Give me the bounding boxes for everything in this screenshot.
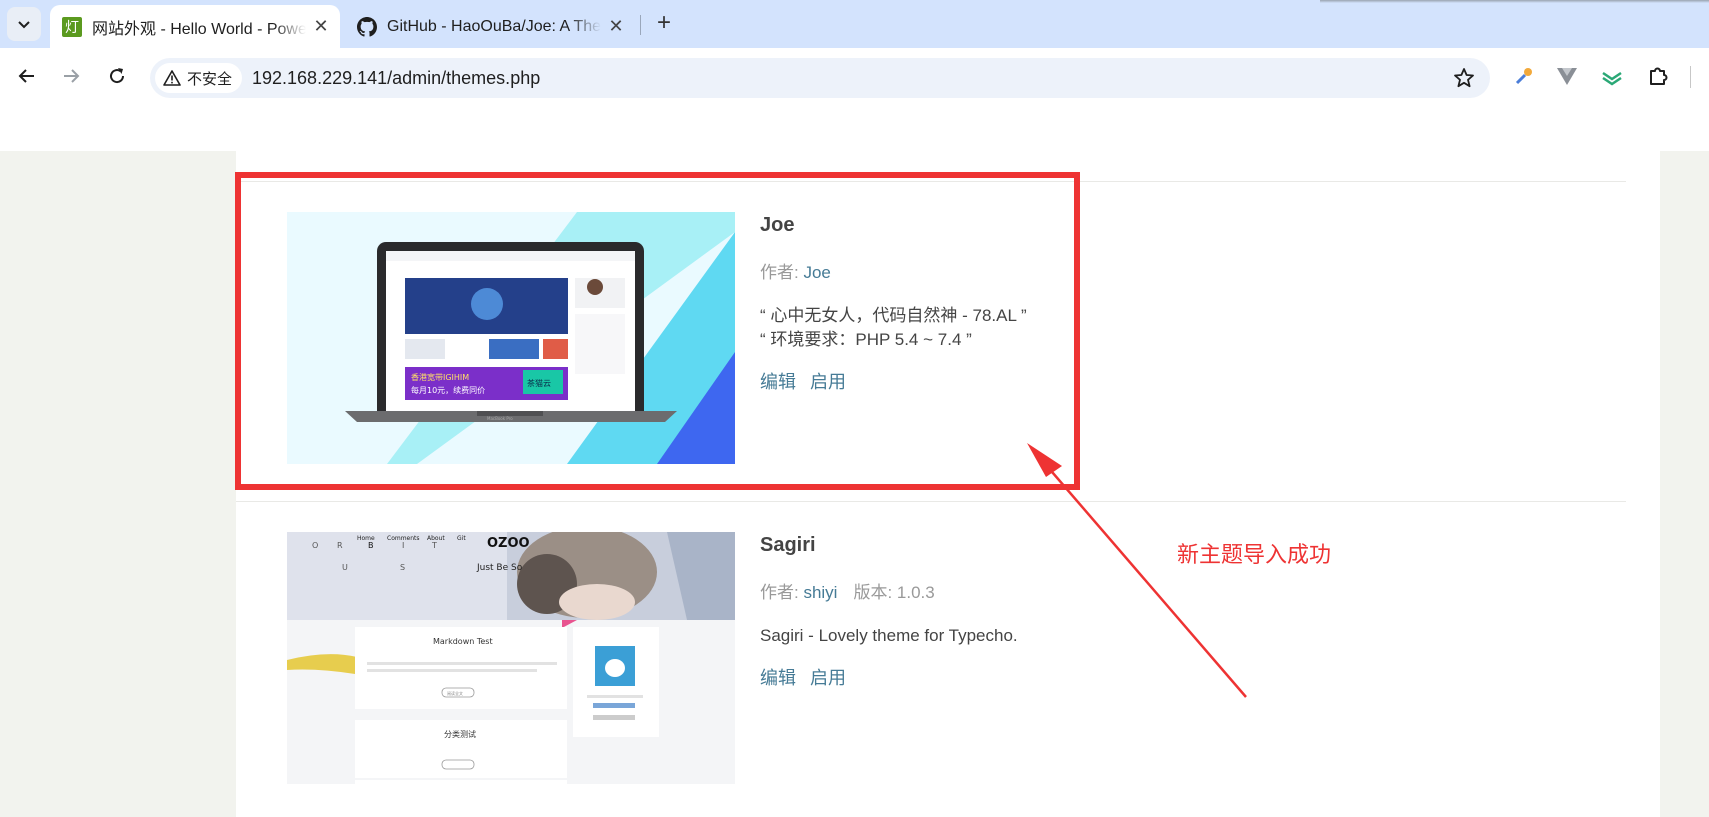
bookmark-star-icon[interactable] (1452, 66, 1476, 90)
tab-title: 网站外观 - Hello World - Powered by Typecho (92, 20, 306, 38)
extensions-puzzle-icon[interactable] (1644, 62, 1672, 90)
theme-operations: 编辑 启用 (760, 666, 1360, 690)
tab-title: GitHub - HaoOuBa/Joe: A Theme for Typech… (387, 17, 601, 35)
version-label: 版本: (853, 583, 897, 602)
address-bar[interactable]: 不安全 192.168.229.141/admin/themes.php (150, 58, 1490, 98)
close-tab-icon[interactable]: ✕ (312, 16, 330, 37)
author-link[interactable]: shiyi (803, 583, 837, 602)
preview-nav-git: Git (457, 535, 466, 542)
security-chip[interactable]: 不安全 (155, 63, 243, 93)
author-label: 作者: (760, 583, 804, 602)
arrow-right-icon (64, 69, 80, 83)
chevron-down-icon (18, 21, 30, 29)
preview-letter: O (312, 541, 318, 550)
version-value: 1.0.3 (896, 583, 935, 602)
close-tab-icon[interactable]: ✕ (607, 16, 625, 37)
theme-screenshot-sagiri: Home Comments About Git OZOO O R B I T U… (287, 532, 735, 784)
github-icon (357, 16, 377, 37)
security-label: 不安全 (187, 70, 233, 88)
layers-extension-icon[interactable] (1598, 62, 1626, 90)
vuejs-devtools-extension-icon[interactable] (1553, 62, 1581, 90)
preview-card-title: Markdown Test (433, 637, 493, 646)
new-tab-button[interactable]: + (650, 9, 678, 37)
preview-site-title: Just Be So (476, 563, 523, 573)
browser-toolbar: 不安全 192.168.229.141/admin/themes.php (0, 48, 1709, 104)
arrow-left-icon (18, 69, 34, 83)
url-text[interactable]: 192.168.229.141/admin/themes.php (252, 58, 540, 98)
back-button[interactable] (9, 58, 45, 94)
edit-theme-link[interactable]: 编辑 (760, 668, 796, 688)
reload-button[interactable] (99, 58, 135, 94)
theme-meta: 作者: shiyi 版本: 1.0.3 (760, 582, 1360, 604)
forward-button[interactable] (53, 58, 89, 94)
tab-strip: 灯 网站外观 - Hello World - Powered by Typech… (0, 0, 1709, 48)
tab-search-button[interactable] (7, 7, 41, 41)
warning-icon (163, 70, 181, 86)
admin-page-header-area (0, 104, 1709, 151)
window-shadow (1320, 0, 1709, 3)
reload-icon (110, 68, 125, 84)
eyedropper-extension-icon[interactable] (1510, 62, 1538, 90)
preview-read-more: 阅读全文 (447, 690, 463, 696)
typecho-favicon-icon: 灯 (62, 16, 82, 37)
preview-letter: B (368, 541, 374, 550)
preview-logo: OZOO (487, 536, 530, 551)
activate-theme-link[interactable]: 启用 (810, 668, 846, 688)
preview-letter: U (342, 563, 348, 572)
annotation-label: 新主题导入成功 (1177, 542, 1332, 567)
tab-separator (640, 15, 641, 35)
annotation-highlight-box (235, 172, 1080, 490)
theme-description: Sagiri - Lovely theme for Typecho. (760, 626, 1018, 645)
tab-github[interactable]: GitHub - HaoOuBa/Joe: A Theme for Typech… (345, 5, 635, 48)
preview-letter: T (431, 541, 437, 550)
preview-letter: I (402, 541, 404, 550)
row-divider (236, 501, 1626, 502)
preview-card-title: 分类测试 (444, 729, 476, 739)
preview-letter: R (337, 541, 343, 550)
toolbar-divider (1690, 66, 1691, 88)
tab-typecho-admin[interactable]: 灯 网站外观 - Hello World - Powered by Typech… (50, 5, 340, 48)
preview-letter: S (400, 563, 405, 572)
